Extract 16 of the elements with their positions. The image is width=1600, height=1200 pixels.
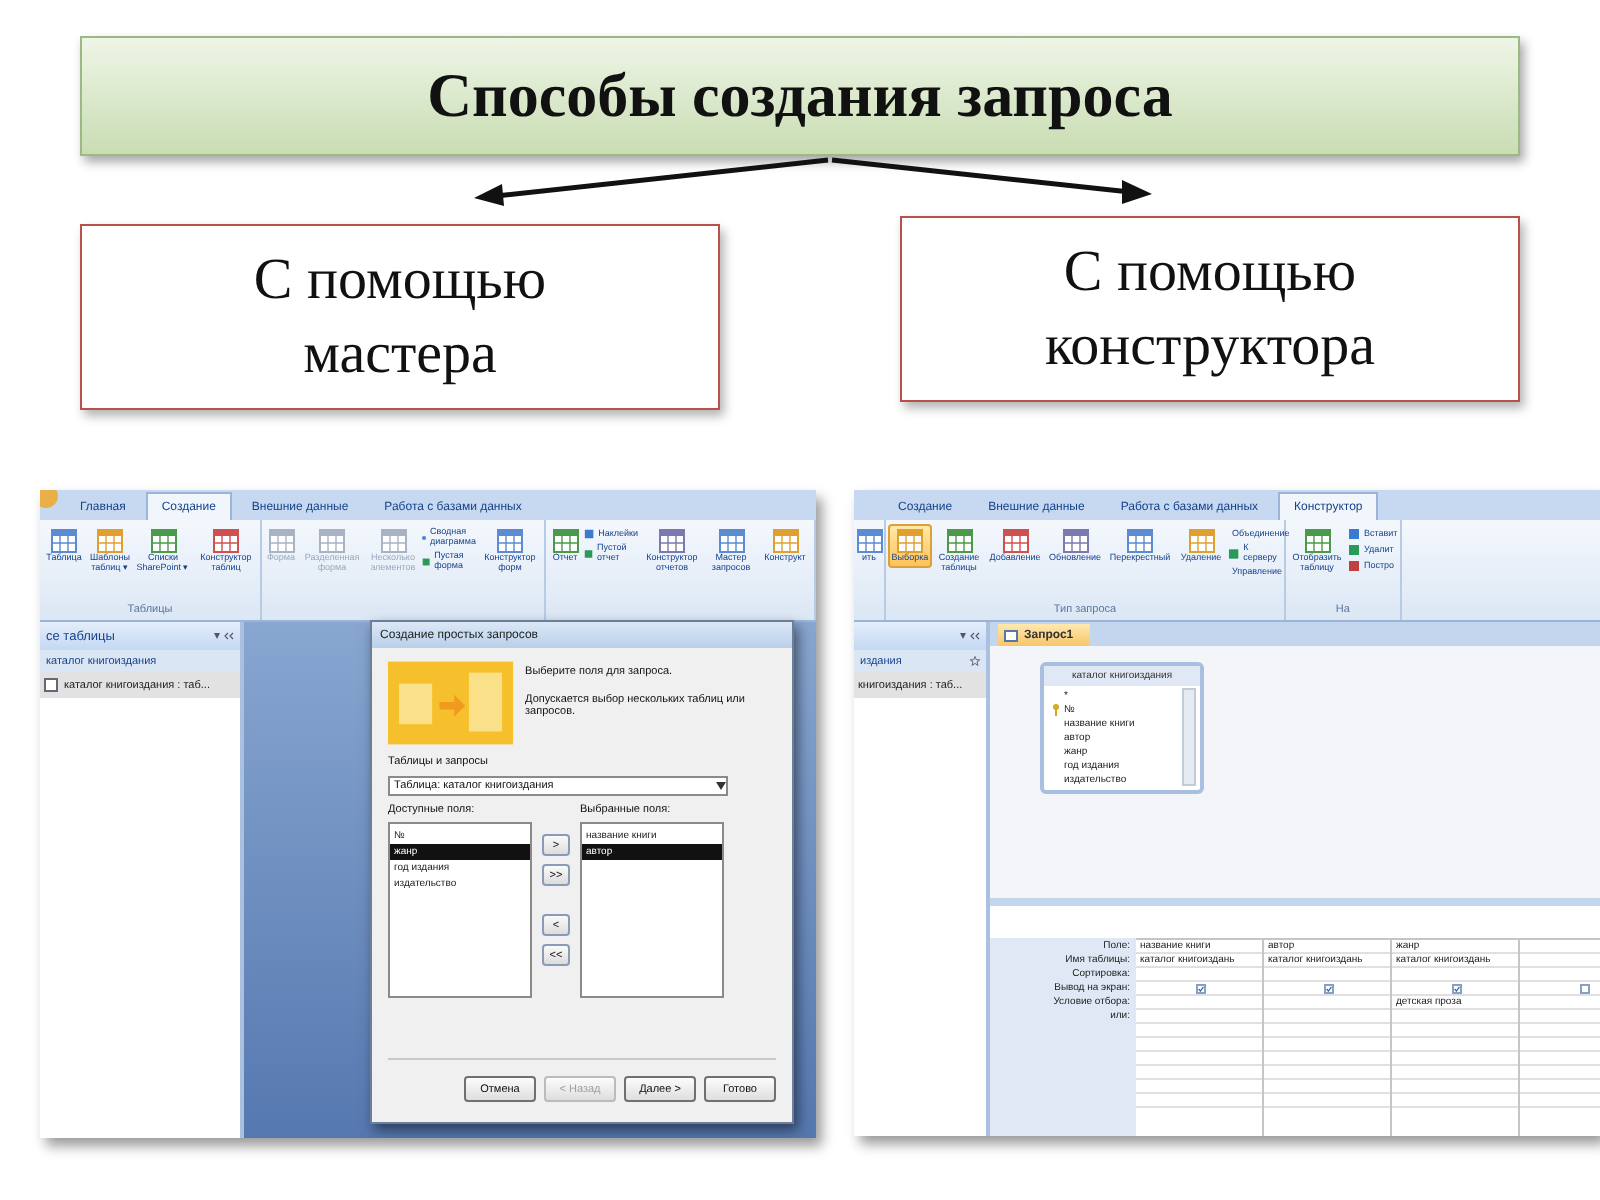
checkbox[interactable] xyxy=(1196,983,1206,993)
small-icon xyxy=(1228,547,1240,560)
wizard-illustration xyxy=(388,658,514,748)
checkbox[interactable] xyxy=(1452,983,1462,993)
method-label: С помощью конструктора xyxy=(1042,238,1378,381)
scrollbar[interactable] xyxy=(1182,688,1196,786)
slide-title: Способы создания запроса xyxy=(427,60,1173,132)
pane-controls-icon[interactable] xyxy=(960,632,980,640)
checkbox[interactable] xyxy=(1324,983,1334,993)
query-icon xyxy=(1004,629,1018,641)
key-icon xyxy=(1052,703,1060,715)
caret-icon xyxy=(716,782,726,790)
checkbox[interactable] xyxy=(1580,983,1590,993)
method-label: С помощью мастера xyxy=(251,246,549,389)
star-icon xyxy=(970,656,980,666)
pane-controls-icon[interactable] xyxy=(214,632,234,640)
